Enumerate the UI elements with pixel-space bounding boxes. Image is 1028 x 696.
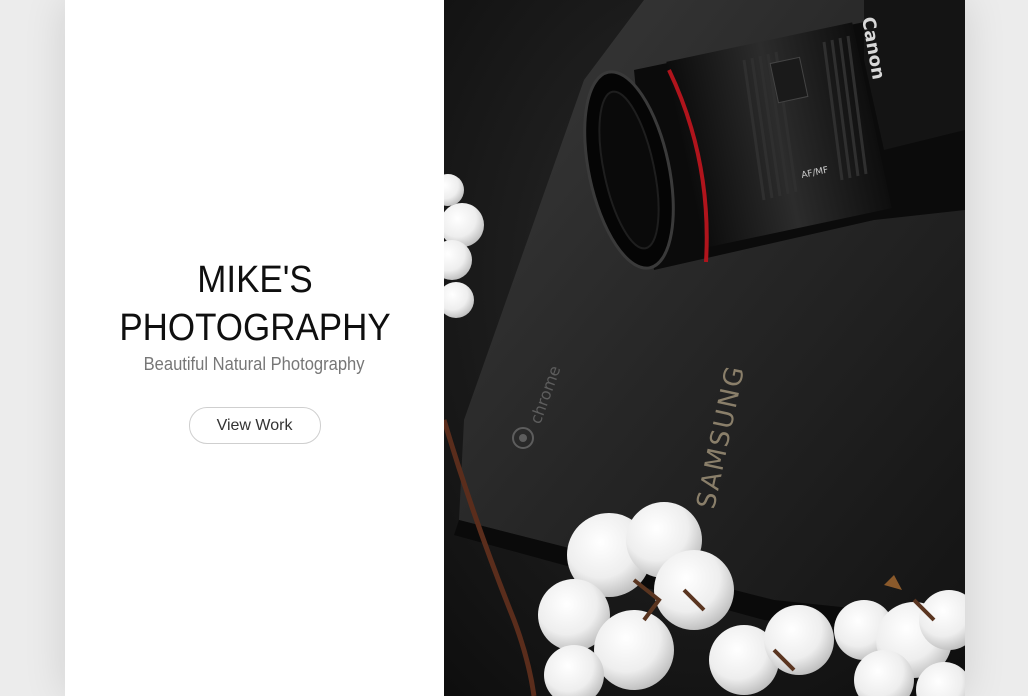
site-title: MIKE'S PHOTOGRAPHY bbox=[118, 259, 391, 349]
site-subtitle: Beautiful Natural Photography bbox=[144, 354, 365, 374]
hero-text-panel: MIKE'S PHOTOGRAPHY Beautiful Natural Pho… bbox=[65, 0, 444, 696]
hero-photo: SAMSUNG chrome AF/MF Canon bbox=[444, 0, 965, 696]
view-work-button[interactable]: View Work bbox=[188, 407, 321, 444]
page-container: MIKE'S PHOTOGRAPHY Beautiful Natural Pho… bbox=[65, 0, 965, 696]
camera-laptop-photo: SAMSUNG chrome AF/MF Canon bbox=[444, 0, 965, 696]
